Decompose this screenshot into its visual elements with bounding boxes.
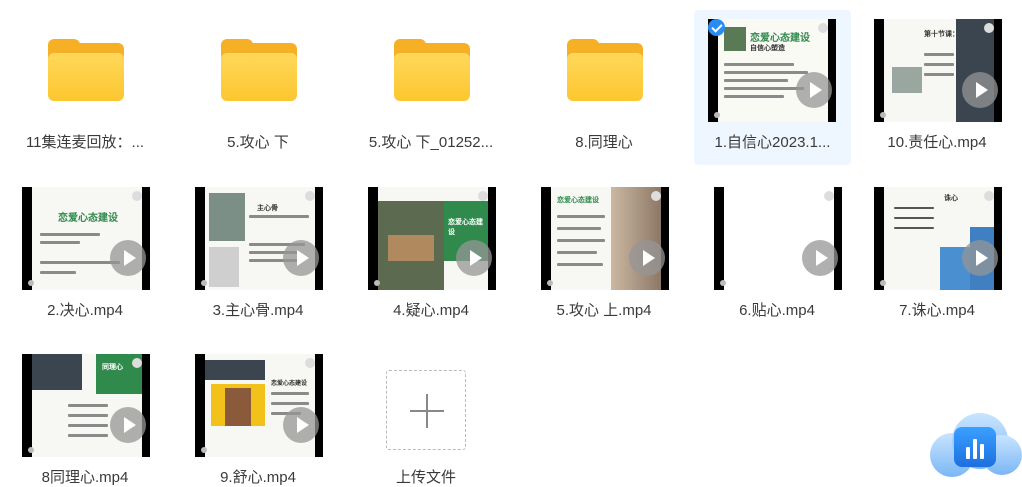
- item-name: 8同理心.mp4: [41, 469, 129, 486]
- video-item[interactable]: 恋爱心态建设 2.决心.mp4: [0, 178, 170, 333]
- item-name: 5.攻心 下_01252...: [368, 134, 494, 151]
- item-name: 1.自信心2023.1...: [714, 134, 831, 151]
- play-icon: [110, 406, 146, 443]
- item-name: 9.舒心.mp4: [220, 469, 296, 486]
- item-name: 5.攻心 上.mp4: [556, 302, 652, 319]
- plus-icon[interactable]: [386, 370, 466, 450]
- folder-item[interactable]: 8.同理心: [519, 10, 689, 165]
- video-item[interactable]: 同理心 8同理心.mp4: [0, 345, 170, 487]
- play-icon: [796, 71, 832, 108]
- item-name: 7.诛心.mp4: [899, 302, 975, 319]
- item-name: 11集连麦回放：...: [25, 134, 145, 151]
- item-name: 2.决心.mp4: [47, 302, 123, 319]
- folder-icon: [567, 39, 643, 101]
- video-thumbnail: [714, 186, 842, 290]
- item-name: 8.同理心: [575, 134, 633, 151]
- video-item[interactable]: 主心骨 3.主心骨.mp4: [173, 178, 343, 333]
- assistant-widget[interactable]: [930, 405, 1022, 487]
- item-name: 10.责任心.mp4: [887, 134, 987, 151]
- folder-icon: [394, 39, 470, 101]
- video-thumbnail: 恋爱心态建设: [541, 186, 669, 290]
- video-item[interactable]: 诛心 7.诛心.mp4: [852, 178, 1022, 333]
- play-icon: [629, 239, 665, 276]
- upload-label: 上传文件: [395, 469, 456, 486]
- play-icon: [456, 239, 492, 276]
- play-icon: [802, 239, 838, 276]
- video-item[interactable]: 第十节课：责任心 10.责任心.mp4: [852, 10, 1022, 165]
- play-icon: [283, 406, 319, 443]
- video-thumbnail: 恋爱心态建设: [195, 353, 323, 457]
- folder-item[interactable]: 5.攻心 下: [173, 10, 343, 165]
- file-grid: 11集连麦回放：... 5.攻心 下 5.攻心 下_01252... 8.同理心…: [0, 0, 1022, 487]
- video-item[interactable]: 恋爱心态建设 5.攻心 上.mp4: [519, 178, 689, 333]
- video-thumbnail: 同理心: [22, 353, 150, 457]
- video-item[interactable]: 恋爱心态建设 9.舒心.mp4: [173, 345, 343, 487]
- play-icon: [110, 239, 146, 276]
- item-name: 4.疑心.mp4: [393, 302, 469, 319]
- play-icon: [962, 71, 998, 108]
- folder-item[interactable]: 5.攻心 下_01252...: [346, 10, 516, 165]
- video-item-selected[interactable]: 恋爱心态建设 自信心塑造 1.自信心2023.1...: [694, 10, 851, 165]
- chart-icon: [954, 427, 996, 467]
- video-thumbnail: 诛心: [874, 186, 1002, 290]
- play-icon: [962, 239, 998, 276]
- item-name: 5.攻心 下: [227, 134, 289, 151]
- video-thumbnail: 第十节课：责任心: [874, 18, 1002, 122]
- video-thumbnail: 恋爱心态建设: [368, 186, 496, 290]
- video-item[interactable]: 6.贴心.mp4: [692, 178, 862, 333]
- upload-tile[interactable]: 上传文件: [341, 345, 511, 487]
- checkmark-icon[interactable]: [708, 19, 725, 36]
- folder-icon: [221, 39, 297, 101]
- play-icon: [283, 239, 319, 276]
- folder-item[interactable]: 11集连麦回放：...: [0, 10, 170, 165]
- video-thumbnail: 恋爱心态建设 自信心塑造: [708, 18, 836, 122]
- video-item[interactable]: 恋爱心态建设 4.疑心.mp4: [346, 178, 516, 333]
- item-name: 3.主心骨.mp4: [212, 302, 304, 319]
- video-thumbnail: 主心骨: [195, 186, 323, 290]
- video-thumbnail: 恋爱心态建设: [22, 186, 150, 290]
- item-name: 6.贴心.mp4: [739, 302, 815, 319]
- folder-icon: [48, 39, 124, 101]
